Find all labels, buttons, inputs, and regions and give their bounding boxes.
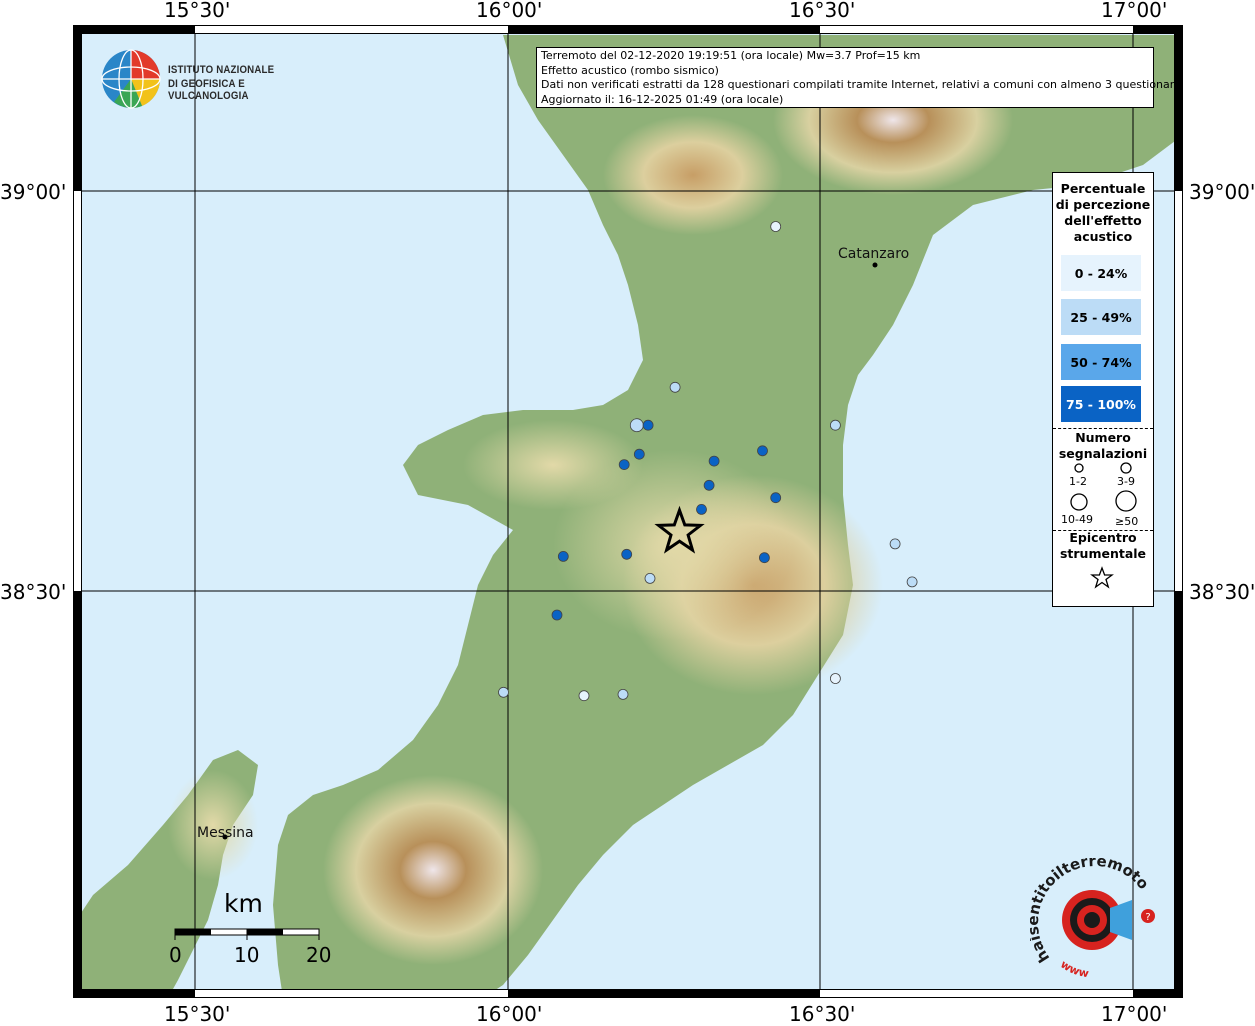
locality-point: [557, 551, 569, 562]
locality-point: [770, 221, 782, 232]
effect-line: Effetto acustico (rombo sismico): [541, 63, 719, 77]
locality-point: [618, 459, 630, 471]
legend-class-3: 75 - 100%: [1061, 386, 1141, 422]
locality-point: [757, 445, 768, 457]
place-label-messina: Messina: [197, 825, 254, 841]
locality-point: [642, 419, 654, 431]
size-symbol-50: [1115, 490, 1137, 512]
event-line: Terremoto del 02-12-2020 19:19:51 (ora l…: [541, 49, 921, 62]
data-note-line: Dati non verificati estratti da 128 ques…: [541, 78, 1181, 91]
capo-vaticano-plateau: [463, 420, 643, 510]
lat-tick-right: 39°00': [1189, 180, 1255, 204]
legend-title-line: di percezione: [1055, 197, 1151, 212]
locality-point: [696, 503, 707, 515]
ingv-logo: ISTITUTO NAZIONALE DI GEOFISICA E VULCAN…: [100, 48, 340, 110]
haisentito-logo: ? haisentitoilterremoto.it www: [1024, 844, 1165, 983]
lon-tick-top: 16°00': [476, 0, 543, 22]
size-label: 1-2: [1069, 475, 1087, 488]
logo-line2: DI GEOFISICA E VULCANOLOGIA: [168, 78, 249, 102]
locality-point: [621, 548, 633, 560]
size-symbol-3-9: [1120, 462, 1132, 474]
legend-title-line: dell'effetto: [1064, 213, 1142, 228]
locality-point: [629, 418, 644, 433]
scale-label-20: 20: [306, 943, 332, 967]
size-symbol-1-2: [1074, 463, 1084, 473]
scale-bar: km 0 10 20: [168, 886, 338, 976]
locality-point: [617, 689, 629, 700]
locality-point: [633, 448, 645, 460]
count-title-line: Numero: [1075, 430, 1131, 445]
size-label: 10-49: [1061, 513, 1093, 526]
svg-text:www: www: [1058, 958, 1090, 981]
lat-tick-left: 38°30': [0, 580, 67, 604]
locality-point: [498, 686, 509, 698]
haisentito-seismograph-icon: ? haisentitoilterremoto.it www: [1024, 844, 1155, 981]
relief-map: [73, 25, 1183, 998]
size-label: ≥50: [1115, 515, 1139, 528]
locality-point: [759, 552, 770, 564]
catanzaro-marker: [872, 262, 878, 268]
legend-divider: [1053, 428, 1153, 429]
locality-point: [551, 609, 563, 621]
legend-class-0: 0 - 24%: [1061, 255, 1141, 291]
scale-label-0: 0: [169, 943, 182, 967]
lat-tick-left: 39°00': [0, 180, 67, 204]
svg-text:?: ?: [1145, 912, 1150, 923]
lon-tick-top: 17°00': [1101, 0, 1168, 22]
legend-class-2: 50 - 74%: [1061, 344, 1141, 380]
place-label-catanzaro: Catanzaro: [838, 246, 910, 262]
epicenter-title-line: Epicentro: [1069, 530, 1137, 545]
scale-unit: km: [224, 889, 263, 918]
locality-point: [906, 576, 918, 588]
lon-tick-bottom: 17°00': [1101, 1002, 1168, 1026]
locality-point: [708, 455, 720, 467]
locality-point: [770, 492, 782, 504]
lon-tick-top: 15°30': [164, 0, 231, 22]
locality-point: [703, 479, 715, 491]
lat-tick-right: 38°30': [1189, 580, 1255, 604]
lon-tick-bottom: 15°30': [164, 1002, 231, 1026]
lon-tick-bottom: 16°00': [476, 1002, 543, 1026]
aspromonte-relief: [323, 775, 543, 965]
updated-line: Aggiornato il: 16-12-2025 01:49 (ora loc…: [541, 92, 784, 106]
scale-label-10: 10: [234, 943, 260, 967]
globe-icon: [101, 49, 161, 109]
legend-title-line: Percentuale: [1060, 181, 1146, 196]
locality-point: [830, 673, 841, 684]
map-frame: [73, 25, 1183, 998]
lon-tick-bottom: 16°30': [789, 1002, 856, 1026]
legend-class-1: 25 - 49%: [1061, 299, 1141, 335]
lon-tick-top: 16°30': [789, 0, 856, 22]
epicenter-title-line: strumentale: [1059, 546, 1147, 561]
size-label: 3-9: [1117, 475, 1135, 488]
event-info-box: Terremoto del 02-12-2020 19:19:51 (ora l…: [536, 47, 1181, 108]
legend-title-line: acustico: [1073, 229, 1133, 244]
size-symbol-10-49: [1070, 493, 1088, 511]
legend: Percentuale di percezione dell'effetto a…: [1052, 172, 1154, 607]
logo-line1: ISTITUTO NAZIONALE: [168, 64, 275, 76]
locality-point: [830, 419, 841, 431]
north-hills: [603, 115, 783, 235]
locality-point: [578, 690, 590, 702]
locality-point: [889, 538, 901, 550]
locality-point: [669, 381, 681, 393]
locality-point: [644, 573, 656, 584]
epicenter-star-icon: [1090, 566, 1114, 589]
